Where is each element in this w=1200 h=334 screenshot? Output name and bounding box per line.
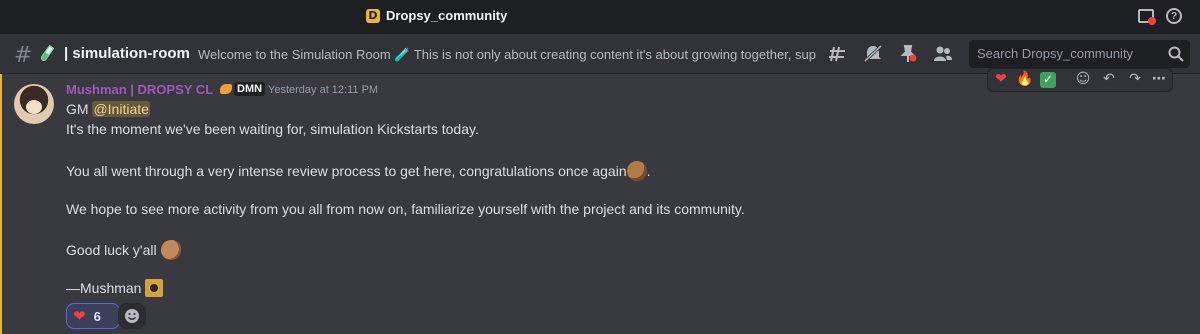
message-line: Good luck y'all (66, 240, 181, 260)
message-line: We hope to see more activity from you al… (66, 201, 745, 217)
custom-emoji-icon (145, 279, 164, 297)
signature-text: —Mushman (66, 280, 142, 296)
channel-name: | simulation-room (64, 45, 190, 62)
avatar[interactable] (14, 84, 54, 124)
message-line: You all went through a very intense revi… (66, 161, 651, 181)
pinned-messages-icon[interactable] (898, 45, 918, 63)
quick-react-fire-icon[interactable]: 🔥 (1016, 71, 1034, 89)
quick-react-check-icon[interactable]: ✓ (1040, 72, 1056, 88)
message-author[interactable]: Mushman | DROPSY CL (66, 82, 213, 97)
title-bar: D Dropsy_community ? (0, 0, 1200, 34)
reaction-heart[interactable]: ❤ 6 (66, 303, 120, 329)
server-title: D Dropsy_community (366, 8, 507, 23)
threads-icon[interactable] (829, 45, 849, 63)
forward-icon[interactable]: ↷ (1126, 71, 1144, 89)
notification-dot (1148, 17, 1156, 25)
member-list-icon[interactable] (933, 45, 953, 63)
notification-muted-icon[interactable] (863, 45, 883, 63)
heart-icon: ❤ (73, 307, 86, 325)
flexed-biceps-icon (160, 240, 181, 260)
more-options-icon[interactable]: ⋯ (1150, 71, 1168, 89)
channel-topic[interactable]: Welcome to the Simulation Room 🧪 This is… (198, 47, 816, 63)
quick-react-heart-icon[interactable]: ❤ (992, 71, 1010, 89)
search-icon (1168, 46, 1184, 62)
congrats-text: You all went through a very intense revi… (66, 163, 627, 179)
message-line: —Mushman (66, 279, 164, 297)
server-logo-icon: D (366, 8, 380, 23)
search-placeholder: Search Dropsy_community (977, 46, 1134, 61)
role-mention[interactable]: @Initiate (92, 101, 150, 117)
congrats-suffix: . (646, 163, 651, 179)
inbox-icon[interactable] (1138, 9, 1156, 25)
text-channel-icon: # (14, 43, 33, 68)
message-line: GM @Initiate (66, 101, 150, 117)
search-input[interactable]: Search Dropsy_community (969, 40, 1190, 68)
good-luck-text: Good luck y'all (66, 242, 157, 258)
reaction-count: 6 (93, 308, 101, 324)
message-timestamp[interactable]: Yesterday at 12:11 PM (268, 84, 378, 96)
greeting-text: GM (66, 101, 89, 117)
clapping-hands-icon (626, 161, 647, 181)
message-actions-bar: ❤ 🔥 ✓ ☺ ↶ ↷ ⋯ (987, 68, 1173, 92)
add-reaction-button[interactable] (118, 303, 146, 329)
role-icon (220, 84, 232, 94)
reply-icon[interactable]: ↶ (1100, 71, 1118, 89)
test-tube-icon (39, 44, 55, 63)
message-item[interactable]: Mushman | DROPSY CL DMN Yesterday at 12:… (0, 68, 1200, 334)
add-reaction-icon[interactable]: ☺ (1074, 71, 1092, 89)
smiley-icon (125, 309, 139, 323)
message-line: It's the moment we've been waiting for, … (66, 121, 479, 137)
server-tag[interactable]: DMN (234, 82, 266, 96)
server-name: Dropsy_community (386, 8, 508, 23)
help-icon[interactable]: ? (1166, 8, 1182, 24)
